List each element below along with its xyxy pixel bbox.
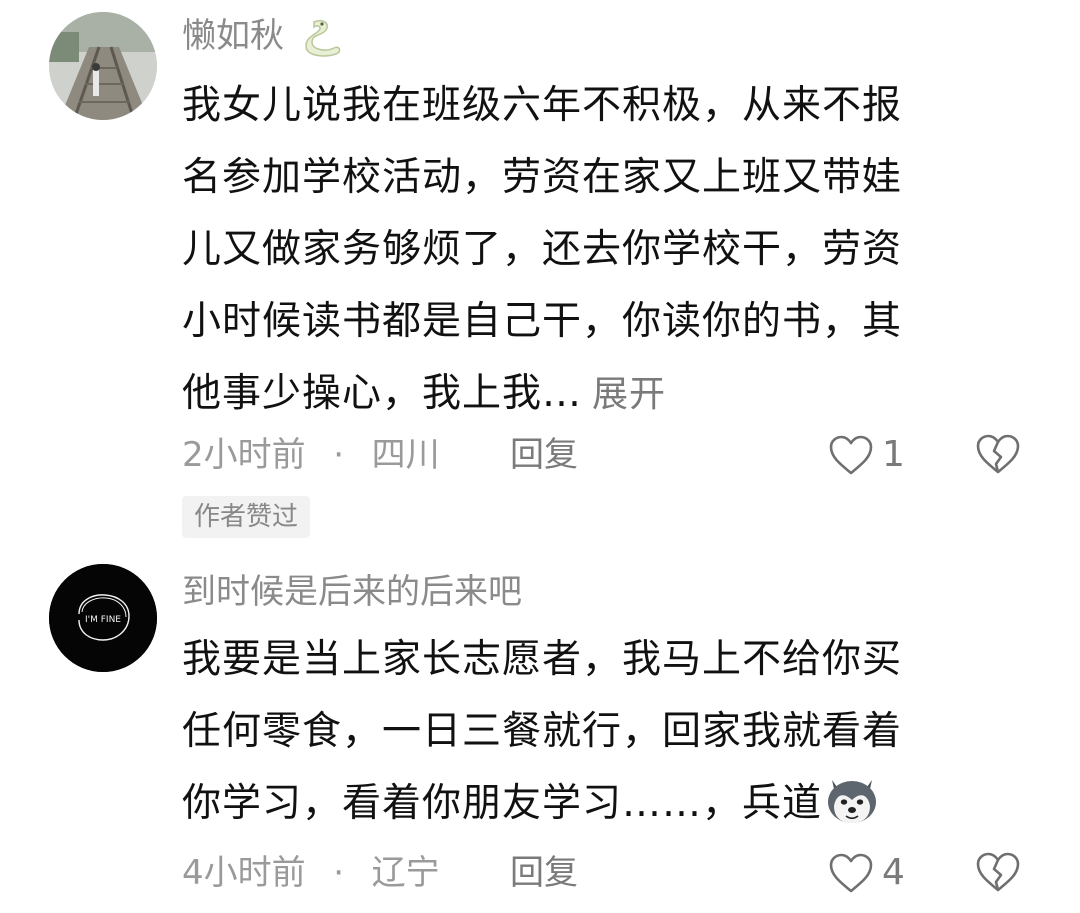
avatar[interactable]: I'M FINE — [49, 564, 157, 672]
like-count: 4 — [882, 852, 905, 893]
comment-meta: 4小时前 · 辽宁 回复 — [182, 848, 578, 898]
username[interactable]: 到时候是后来的后来吧 — [182, 572, 522, 612]
like-button[interactable]: 1 — [828, 430, 905, 480]
comment-line: 任何零食，一日三餐就行，回家我就看着 — [182, 709, 903, 754]
timestamp: 2小时前 — [182, 435, 306, 475]
broken-heart-icon[interactable] — [974, 432, 1022, 476]
comment-item: I'M FINE 到时候是后来的后来吧 我要是当上家长志愿者，我马上不给你买 任… — [0, 560, 1080, 913]
location: 四川 — [371, 435, 440, 475]
author-liked-badge: 作者赞过 — [182, 496, 311, 538]
comment-line: 我女儿说我在班级六年不积极，从来不报 — [182, 83, 903, 128]
timestamp: 4小时前 — [182, 853, 306, 893]
heart-icon — [829, 435, 873, 475]
username[interactable]: 懒如秋 — [182, 16, 284, 56]
comment-body: 我女儿说我在班级六年不积极，从来不报 名参加学校活动，劳资在家又上班又带娃 儿又… — [182, 70, 1002, 431]
heart-icon — [829, 853, 873, 893]
like-button[interactable]: 4 — [828, 848, 905, 898]
avatar-photo-icon — [49, 12, 157, 120]
comment-item: 懒如秋 我女儿说我在班级六年不积极，从来不报 名参加学校活动，劳资在家又上班又带… — [0, 0, 1080, 550]
snake-emoji-icon — [305, 19, 341, 57]
husky-dog-emoji-icon — [828, 780, 877, 823]
separator-dot: · — [333, 853, 345, 893]
avatar-text: I'M FINE — [85, 615, 121, 625]
reply-button[interactable]: 回复 — [510, 848, 578, 898]
comment-line: 我要是当上家长志愿者，我马上不给你买 — [182, 637, 903, 682]
location: 辽宁 — [371, 853, 440, 893]
like-count: 1 — [882, 434, 905, 475]
comment-line: 名参加学校活动，劳资在家又上班又带娃 — [182, 155, 903, 200]
separator-dot: · — [333, 435, 345, 475]
comment-meta: 2小时前 · 四川 回复 — [182, 430, 578, 480]
avatar-im-fine-icon: I'M FINE — [49, 564, 157, 672]
comment-line: 小时候读书都是自己干，你读你的书，其 — [182, 299, 903, 344]
reply-button[interactable]: 回复 — [510, 430, 578, 480]
broken-heart-icon[interactable] — [974, 850, 1022, 894]
comment-line-text: 他事少操心，我上我… — [182, 371, 583, 416]
comment-line: 儿又做家务够烦了，还去你学校干，劳资 — [182, 227, 903, 272]
comment-body: 我要是当上家长志愿者，我马上不给你买 任何零食，一日三餐就行，回家我就看着 你学… — [182, 624, 1002, 840]
avatar[interactable] — [49, 12, 157, 120]
comment-line: 他事少操心，我上我… 展开 — [182, 358, 1002, 431]
comment-line: 你学习，看着你朋友学习……，兵道 — [182, 768, 1002, 840]
expand-link[interactable]: 展开 — [592, 374, 666, 415]
comment-line-text: 你学习，看着你朋友学习……，兵道 — [182, 781, 823, 826]
